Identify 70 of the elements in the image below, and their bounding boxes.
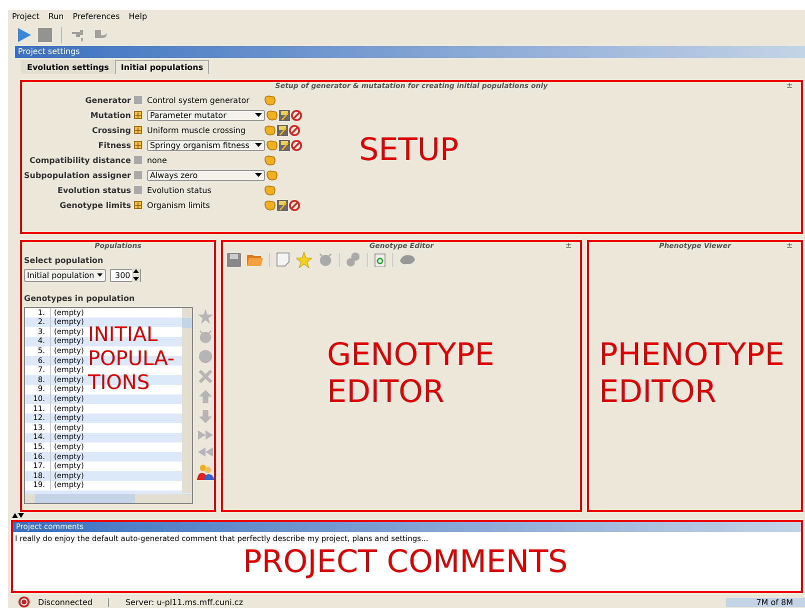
- field-label: Mutation: [89, 110, 131, 120]
- menu-item[interactable]: Project: [12, 12, 40, 22]
- cluster-icon[interactable]: [346, 252, 361, 268]
- scrollbar[interactable]: [182, 308, 192, 493]
- caret-icon: [254, 143, 262, 148]
- field-label: Evolution status: [56, 186, 131, 195]
- population-dropdown[interactable]: Initial population: [24, 268, 106, 282]
- dropdown[interactable]: Always zero: [146, 170, 265, 181]
- field-label: Subpopulation assigner: [24, 170, 131, 180]
- bug-icon[interactable]: [198, 328, 213, 344]
- collapse-button[interactable]: ±: [786, 242, 793, 250]
- tab[interactable]: Initial populations: [114, 60, 210, 74]
- field-label: Genotype limits: [58, 200, 131, 210]
- prohibited-icon[interactable]: [288, 124, 300, 136]
- prohibited-icon[interactable]: [288, 200, 300, 211]
- prohibited-icon[interactable]: [290, 140, 302, 151]
- collapse-button[interactable]: ±: [565, 242, 572, 250]
- count-spinner[interactable]: 300: [110, 268, 142, 282]
- annotation-label: SETUP: [359, 132, 459, 169]
- server-address: Server: u-pl11.ms.mff.cuni.cz: [125, 598, 244, 606]
- prohibited-icon[interactable]: [290, 110, 302, 121]
- field-label: Compatibility distance: [28, 156, 131, 165]
- people-icon[interactable]: [197, 462, 214, 480]
- menu-item[interactable]: Run: [48, 12, 64, 22]
- field-value: none: [146, 156, 168, 165]
- expand-icon[interactable]: [134, 141, 142, 150]
- caret-icon: [254, 113, 262, 118]
- tab[interactable]: Evolution settings: [21, 60, 115, 74]
- dropdown[interactable]: Parameter mutator: [146, 110, 265, 121]
- spinner-arrows-icon: [132, 268, 140, 282]
- star-icon[interactable]: [296, 252, 312, 268]
- arrow-up-icon[interactable]: [198, 388, 213, 404]
- annotation-label: PROJECT COMMENTS: [243, 544, 568, 581]
- connection-status: Disconnected: [38, 598, 92, 606]
- star-icon[interactable]: [198, 308, 213, 324]
- folder-icon[interactable]: [247, 253, 263, 266]
- field-value: Evolution status: [146, 186, 212, 195]
- document-icon[interactable]: [276, 252, 290, 268]
- field-label: Fitness: [97, 140, 131, 150]
- annotation-label: PHENOTYPE EDITOR: [599, 336, 784, 411]
- menu-item[interactable]: Preferences: [72, 12, 120, 22]
- expand-icon[interactable]: [134, 201, 142, 210]
- rewind-icon[interactable]: [198, 446, 213, 458]
- memory-indicator: 7M of 8M: [726, 598, 805, 606]
- recycle-bin-icon[interactable]: [374, 252, 386, 268]
- caret-icon: [254, 173, 262, 178]
- caret-icon: [97, 273, 103, 278]
- field-value: Control system generator: [146, 96, 250, 105]
- fast-forward-icon[interactable]: [198, 428, 213, 441]
- arrow-down-icon[interactable]: [198, 408, 213, 424]
- bug-icon[interactable]: [318, 252, 333, 268]
- scrollbar[interactable]: [25, 494, 192, 503]
- annotation-label: GENOTYPE EDITOR: [327, 336, 494, 411]
- annotation-label: INITIAL POPULA- TIONS: [88, 322, 175, 394]
- dropdown[interactable]: Springy organism fitness: [146, 140, 265, 151]
- panel-title-bar: Project settings: [15, 46, 805, 58]
- section-label: Genotypes in population: [24, 294, 136, 303]
- play-icon[interactable]: [16, 26, 32, 43]
- expand-icon[interactable]: [134, 126, 142, 134]
- field-value: Organism limits: [146, 200, 211, 210]
- expand-icon[interactable]: [134, 111, 142, 120]
- splitter-arrows-icon[interactable]: [12, 513, 24, 518]
- section-label: Select population: [24, 256, 104, 265]
- field-value: Uniform muscle crossing: [146, 126, 247, 135]
- collapse-button[interactable]: ±: [786, 82, 793, 90]
- field-label: Generator: [84, 96, 131, 105]
- field-label: Crossing: [90, 126, 131, 135]
- close-icon[interactable]: [198, 368, 213, 384]
- circle-icon[interactable]: [198, 348, 213, 364]
- menu-item[interactable]: Help: [128, 12, 148, 22]
